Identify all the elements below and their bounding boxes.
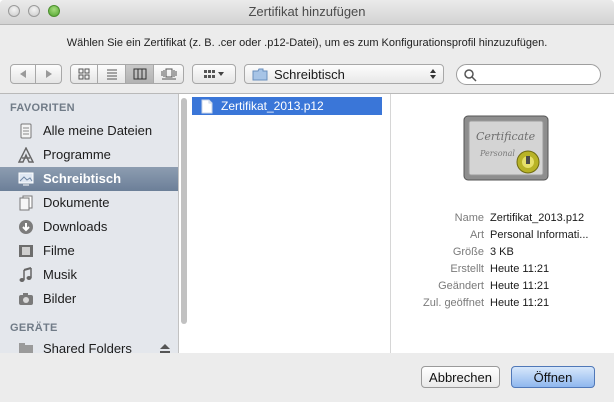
document-file-icon (201, 99, 213, 113)
sidebar-item-label: Dokumente (43, 195, 110, 210)
sidebar-item-desktop[interactable]: Schreibtisch (0, 167, 178, 191)
pictures-icon (17, 291, 35, 307)
sidebar-item-music[interactable]: Musik (0, 263, 178, 287)
meta-value-modified: Heute 11:21 (490, 280, 550, 292)
sidebar: FAVORITEN Alle meine Dateien Programme S… (0, 94, 179, 353)
location-label: Schreibtisch (274, 66, 345, 82)
sidebar-item-label: Filme (43, 243, 75, 258)
dialog-message: Wählen Sie ein Zertifikat (z. B. .cer od… (66, 37, 548, 49)
meta-key-last-opened: Zul. geöffnet (423, 297, 484, 309)
sidebar-scrollbar[interactable] (181, 98, 187, 324)
open-button[interactable]: Öffnen (511, 366, 595, 388)
meta-value-size: 3 KB (490, 246, 514, 258)
dialog-button-bar: Abbrechen Öffnen (0, 353, 614, 402)
meta-value-kind: Personal Informati... (490, 229, 589, 241)
search-field[interactable] (456, 64, 601, 85)
icon-view-button[interactable] (70, 64, 98, 84)
shared-folder-icon (17, 341, 35, 353)
sidebar-item-movies[interactable]: Filme (0, 239, 178, 263)
list-view-button[interactable] (98, 64, 126, 84)
list-view-icon (106, 69, 117, 80)
title-bar: Zertifikat hinzufügen (0, 0, 614, 25)
music-icon (17, 267, 35, 283)
arrange-menu-button[interactable] (192, 64, 236, 84)
search-input[interactable] (479, 66, 599, 85)
desktop-folder-icon (252, 68, 268, 80)
cancel-button[interactable]: Abbrechen (421, 366, 500, 388)
coverflow-view-button[interactable] (154, 64, 184, 84)
sidebar-item-applications[interactable]: Programme (0, 143, 178, 167)
sidebar-item-label: Schreibtisch (43, 171, 122, 186)
certificate-title-text: Certificate (476, 130, 536, 143)
column-view-button[interactable] (126, 64, 154, 84)
arrange-grid-icon (204, 70, 224, 78)
sidebar-item-shared-folders[interactable]: Shared Folders (0, 337, 178, 353)
sidebar-item-label: Downloads (43, 219, 108, 234)
sidebar-item-pictures[interactable]: Bilder (0, 287, 178, 311)
downloads-icon (17, 219, 35, 235)
sidebar-item-label: Programme (43, 147, 111, 162)
all-files-icon (17, 123, 35, 139)
applications-icon (17, 147, 35, 163)
meta-value-created: Heute 11:21 (490, 263, 550, 275)
sidebar-item-all-files[interactable]: Alle meine Dateien (0, 119, 178, 143)
toolbar: Schreibtisch (0, 58, 614, 92)
forward-button[interactable] (36, 64, 62, 84)
sidebar-item-documents[interactable]: Dokumente (0, 191, 178, 215)
forward-arrow-icon (45, 70, 52, 78)
back-button[interactable] (10, 64, 36, 84)
updown-chevron-icon (430, 69, 436, 79)
icon-view-icon (78, 68, 90, 80)
meta-key-size: Größe (452, 246, 484, 258)
certificate-subtitle-text: Personal (479, 149, 515, 158)
sidebar-item-label: Alle meine Dateien (43, 123, 153, 138)
meta-key-name: Name (454, 212, 484, 224)
search-icon (464, 69, 477, 82)
certificate-preview-icon: Certificate Personal (463, 115, 549, 181)
meta-key-created: Erstellt (450, 263, 484, 275)
file-row-selected[interactable]: Zertifikat_2013.p12 (192, 97, 382, 115)
back-arrow-icon (20, 70, 26, 78)
desktop-icon (17, 171, 35, 187)
sidebar-header-devices: GERÄTE (10, 322, 58, 334)
column-view-icon (133, 68, 146, 80)
file-browser: FAVORITEN Alle meine Dateien Programme S… (0, 93, 614, 354)
sidebar-item-downloads[interactable]: Downloads (0, 215, 178, 239)
coverflow-icon (161, 68, 176, 80)
meta-value-last-opened: Heute 11:21 (490, 297, 550, 309)
sidebar-item-label: Shared Folders (43, 341, 132, 353)
file-open-dialog: Zertifikat hinzufügen Wählen Sie ein Zer… (0, 0, 614, 402)
sidebar-item-label: Musik (43, 267, 77, 282)
eject-icon[interactable] (159, 343, 171, 353)
meta-key-kind: Art (469, 229, 484, 241)
sidebar-item-label: Bilder (43, 291, 77, 306)
location-popup[interactable]: Schreibtisch (244, 64, 444, 84)
file-name: Zertifikat_2013.p12 (221, 99, 324, 113)
window-title: Zertifikat hinzufügen (248, 4, 366, 19)
movies-icon (17, 243, 35, 259)
file-column: Zertifikat_2013.p12 || (192, 94, 584, 353)
preview-pane: Certificate Personal Name Zertifikat_201… (398, 94, 614, 353)
meta-value-name: Zertifikat_2013.p12 (490, 212, 585, 224)
documents-icon (17, 195, 35, 211)
meta-key-modified: Geändert (438, 280, 484, 292)
sidebar-header-favorites: FAVORITEN (10, 102, 75, 114)
